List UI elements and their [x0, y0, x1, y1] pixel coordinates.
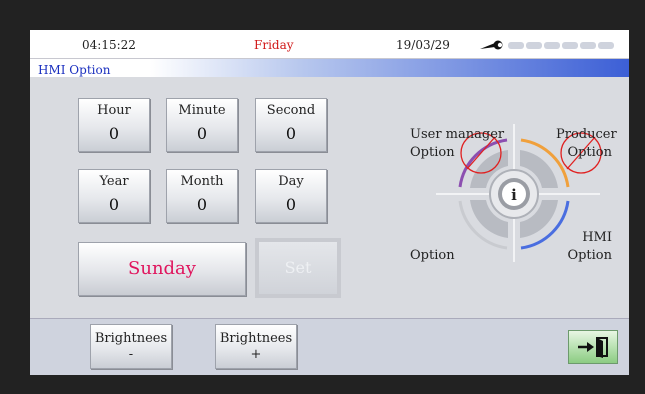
set-button[interactable]: Set [255, 238, 341, 298]
page-title: HMI Option [38, 63, 111, 77]
hour-button[interactable]: Hour 0 [78, 98, 150, 152]
bottom-left-option[interactable]: Option [410, 247, 455, 265]
title-bar: HMI Option [30, 59, 629, 77]
hour-label: Hour [97, 103, 131, 118]
weekday-button[interactable]: Sunday [78, 242, 246, 296]
year-button[interactable]: Year 0 [78, 169, 150, 223]
indicator-segment [598, 42, 614, 49]
set-button-label: Set [284, 258, 312, 277]
page-title-tab: HMI Option [30, 59, 119, 77]
exit-button[interactable] [568, 330, 618, 364]
brightness-down-sign: - [128, 347, 134, 362]
hmi-option-line1: HMI [582, 230, 612, 245]
info-icon-glyph: i [511, 186, 517, 204]
brightness-up-label: Brightnees [219, 331, 293, 346]
user-manager-option[interactable]: User manager Option [410, 126, 504, 162]
minute-label: Minute [178, 103, 226, 118]
weekday-button-label: Sunday [128, 258, 196, 279]
indicator-segment [562, 42, 578, 49]
user-manager-option-line1: User manager [410, 127, 505, 142]
status-bar: 04:15:22 Friday 19/03/29 [30, 30, 629, 59]
minute-value: 0 [196, 124, 208, 143]
brightness-down-button[interactable]: Brightnees - [90, 324, 172, 369]
hmi-option[interactable]: HMI Option [556, 229, 612, 265]
hour-value: 0 [108, 124, 120, 143]
status-time: 04:15:22 [82, 38, 136, 52]
day-button[interactable]: Day 0 [255, 169, 327, 223]
year-label: Year [99, 174, 129, 189]
producer-option-line2: Option [567, 145, 612, 160]
producer-option-line1: Producer [556, 127, 617, 142]
month-value: 0 [196, 195, 208, 214]
producer-option[interactable]: Producer Option [556, 126, 617, 162]
day-label: Day [278, 174, 304, 189]
second-label: Second [266, 103, 316, 118]
wrench-icon [480, 40, 503, 50]
hmi-option-line2: Option [567, 248, 612, 263]
status-weekday: Friday [254, 38, 294, 52]
month-button[interactable]: Month 0 [166, 169, 238, 223]
brightness-up-sign: + [250, 347, 262, 362]
indicator-segment [544, 42, 560, 49]
hmi-screen: 04:15:22 Friday 19/03/29 HMI Option Hour… [30, 30, 629, 375]
second-value: 0 [285, 124, 297, 143]
indicator-segment [580, 42, 596, 49]
indicator-segment [508, 42, 524, 49]
month-label: Month [180, 174, 224, 189]
brightness-up-button[interactable]: Brightnees + [215, 324, 297, 369]
bottom-left-option-line1: Option [410, 248, 455, 263]
user-manager-option-line2: Option [410, 145, 455, 160]
year-value: 0 [108, 195, 120, 214]
day-value: 0 [285, 195, 297, 214]
exit-door-icon [578, 337, 608, 358]
indicator-segment [526, 42, 542, 49]
set-button-face: Set [259, 242, 337, 294]
status-date: 19/03/29 [396, 38, 450, 52]
brightness-down-label: Brightnees [94, 331, 168, 346]
footer-bar: Brightnees - Brightnees + [30, 318, 629, 375]
second-button[interactable]: Second 0 [255, 98, 327, 152]
minute-button[interactable]: Minute 0 [166, 98, 238, 152]
